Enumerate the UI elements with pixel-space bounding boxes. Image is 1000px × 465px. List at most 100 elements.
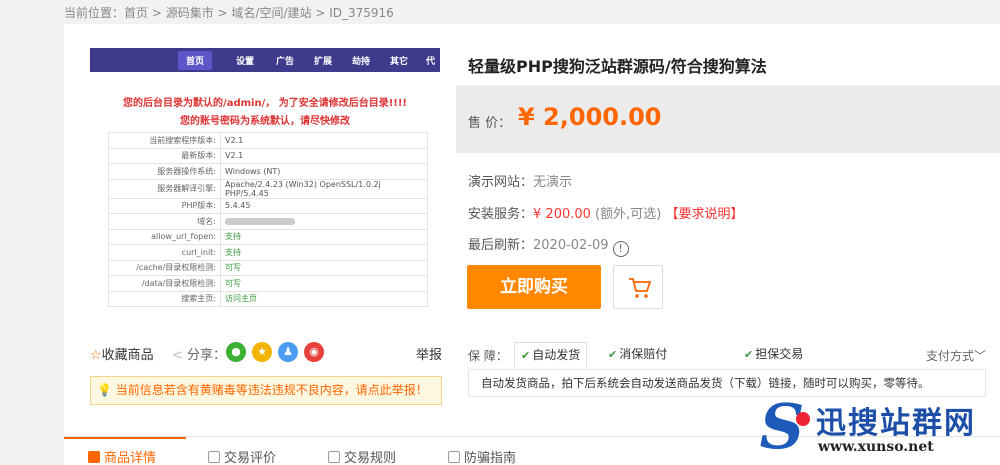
tab-label: 交易规则 bbox=[344, 451, 397, 465]
star-icon: ☆ bbox=[90, 348, 102, 363]
preview-row: 最新版本: V2.1 bbox=[108, 147, 428, 164]
payment-methods-dropdown[interactable]: 支付方式﹀ bbox=[926, 347, 986, 364]
tab-reviews[interactable]: 交易评价 bbox=[208, 447, 276, 465]
preview-nav-item: 扩展 bbox=[314, 57, 333, 67]
rules-icon bbox=[328, 451, 340, 463]
breadcrumb: 当前位置：首页 > 源码集市 > 域名/空间/建站 > ID_375916 bbox=[64, 4, 394, 21]
watermark-title: 迅搜站群网 bbox=[816, 406, 976, 441]
guarantee-tag-label: 自动发货 bbox=[532, 348, 581, 362]
share-label: < 分享： bbox=[172, 344, 226, 363]
payment-label: 支付方式 bbox=[925, 349, 974, 363]
favorite-label: 收藏商品 bbox=[101, 348, 154, 363]
lightbulb-icon: 💡 bbox=[97, 383, 112, 397]
preview-row-key: 服务器操作系统: bbox=[108, 163, 221, 180]
watermark-dot bbox=[796, 412, 810, 426]
qq-icon[interactable]: ♟ bbox=[278, 342, 298, 362]
breadcrumb-prefix: 当前位置： bbox=[64, 6, 125, 20]
preview-warning: 您的后台目录为默认的/admin/， 为了安全请修改后台目录!!!! bbox=[123, 98, 407, 109]
demo-value: 无演示 bbox=[533, 175, 573, 190]
breadcrumb-category[interactable]: 域名/空间/建站 bbox=[231, 6, 311, 20]
preview-row: PHP版本: 5.4.45 bbox=[108, 197, 428, 214]
product-actions: ☆收藏商品 < 分享： ● ★ ♟ ◉ 举报 bbox=[90, 342, 442, 364]
refresh-row: 最后刷新：2020-02-09! bbox=[468, 234, 629, 257]
report-button[interactable]: 举报 bbox=[416, 344, 442, 363]
weibo-icon[interactable]: ◉ bbox=[304, 342, 324, 362]
demo-row: 演示网站：无演示 bbox=[468, 171, 572, 190]
favorite-button[interactable]: ☆收藏商品 bbox=[90, 344, 154, 363]
preview-row: allow_url_fopen: 支持 bbox=[108, 228, 428, 245]
tab-label: 商品详情 bbox=[104, 451, 157, 465]
add-to-cart-button[interactable] bbox=[613, 265, 663, 309]
breadcrumb-sep: > bbox=[213, 6, 232, 20]
preview-warning: 您的账号密码为系统默认，请尽快修改 bbox=[180, 116, 350, 127]
wechat-icon[interactable]: ● bbox=[226, 342, 246, 362]
preview-nav-item: 广告 bbox=[276, 57, 295, 67]
install-price: ¥ 200.00 bbox=[533, 207, 591, 222]
guarantee-label: 保 障： bbox=[468, 349, 508, 363]
preview-row-key: /cache/目录权限检测: bbox=[108, 259, 221, 276]
preview-row-value: 可写 bbox=[220, 275, 428, 292]
guarantee-tag-label: 消保赔付 bbox=[619, 347, 668, 361]
preview-row: 搜索主页: 访问主页 bbox=[108, 290, 428, 307]
preview-row-value: 5.4.45 bbox=[220, 197, 428, 214]
preview-nav: 首页 设置 广告 扩展 劫持 其它 代 bbox=[90, 48, 440, 72]
document-icon bbox=[88, 451, 100, 463]
notice-text: 当前信息若含有黄赌毒等违法违规不良内容，请点此举报！ bbox=[115, 383, 428, 397]
preview-row: curl_init: 支持 bbox=[108, 244, 428, 261]
info-icon[interactable]: ! bbox=[612, 241, 629, 257]
preview-row: 服务器解译引擎: Apache/2.4.23 (Win32) OpenSSL/1.… bbox=[108, 178, 428, 199]
tab-anti-fraud[interactable]: 防骗指南 bbox=[448, 447, 516, 465]
guarantee-row: 保 障： ✔ 自动发货 ✔ 消保赔付 ✔ 担保交易 支付方式﹀ bbox=[456, 340, 1000, 370]
preview-row: 服务器操作系统: Windows (NT) bbox=[108, 163, 428, 180]
tab-rules[interactable]: 交易规则 bbox=[328, 447, 396, 465]
preview-nav-item: 其它 bbox=[390, 57, 409, 67]
tab-details[interactable]: 商品详情 bbox=[88, 447, 156, 465]
install-row: 安装服务：¥ 200.00 (额外,可选) 【要求说明】 bbox=[468, 203, 743, 222]
check-icon: ✔ bbox=[744, 348, 754, 361]
preview-nav-item: 代 bbox=[426, 57, 436, 67]
qzone-icon[interactable]: ★ bbox=[252, 342, 272, 362]
price-value: ¥ 2,000.00 bbox=[518, 103, 662, 131]
guarantee-tag-escrow[interactable]: ✔ 担保交易 bbox=[738, 342, 809, 368]
breadcrumb-id: ID_375916 bbox=[329, 6, 394, 20]
watermark-url: www.xunso.net bbox=[818, 439, 934, 455]
breadcrumb-market[interactable]: 源码集市 bbox=[166, 6, 214, 20]
preview-row-value: V2.1 bbox=[220, 147, 428, 164]
share-icon: < bbox=[172, 348, 183, 363]
thumb-icon bbox=[208, 451, 220, 463]
breadcrumb-home[interactable]: 首页 bbox=[124, 6, 148, 20]
breadcrumb-sep: > bbox=[148, 6, 166, 20]
preview-row-key: 搜索主页: bbox=[108, 290, 221, 307]
install-label: 安装服务： bbox=[468, 207, 534, 222]
guarantee-tag-compensation[interactable]: ✔ 消保赔付 bbox=[602, 342, 673, 368]
product-title: 轻量级PHP搜狗泛站群源码/符合搜狗算法 bbox=[468, 57, 767, 76]
preview-row-key: PHP版本: bbox=[108, 197, 221, 214]
price-label: 售 价： bbox=[468, 116, 512, 131]
preview-row-value: 访问主页 bbox=[220, 290, 428, 307]
tab-label: 防骗指南 bbox=[464, 451, 517, 465]
preview-nav-item: 劫持 bbox=[352, 57, 371, 67]
preview-row-value bbox=[220, 213, 428, 230]
report-notice[interactable]: 💡 当前信息若含有黄赌毒等违法违规不良内容，请点此举报！ bbox=[90, 376, 442, 405]
preview-row-value: 可写 bbox=[220, 259, 428, 276]
guarantee-tag-label: 担保交易 bbox=[755, 347, 804, 361]
site-watermark: S 迅搜站群网 www.xunso.net bbox=[752, 392, 1000, 465]
preview-row: 域名: bbox=[108, 213, 428, 230]
watermark-logo-icon: S bbox=[759, 390, 805, 463]
preview-row-value: 支持 bbox=[220, 228, 428, 245]
breadcrumb-sep: > bbox=[311, 6, 330, 20]
demo-label: 演示网站： bbox=[468, 175, 534, 190]
active-tab-indicator bbox=[64, 437, 186, 439]
preview-row-key: 域名: bbox=[108, 213, 221, 230]
check-icon: ✔ bbox=[608, 348, 618, 361]
preview-row-key: /data/目录权限检测: bbox=[108, 275, 221, 292]
check-icon: ✔ bbox=[521, 349, 531, 362]
product-card: 首页 设置 广告 扩展 劫持 其它 代 您的后台目录为默认的/admin/， 为… bbox=[64, 24, 1000, 436]
redacted-value bbox=[225, 217, 295, 225]
buy-now-button[interactable]: 立即购买 bbox=[467, 265, 601, 309]
refresh-value: 2020-02-09 bbox=[533, 238, 609, 253]
install-requirement-link[interactable]: 【要求说明】 bbox=[665, 207, 743, 222]
guarantee-tag-auto-delivery[interactable]: ✔ 自动发货 bbox=[514, 342, 588, 368]
preview-info-table: 当前搜索程序版本: V2.1 最新版本: V2.1 服务器操作系统: Windows (N… bbox=[108, 132, 428, 307]
product-preview-image[interactable]: 首页 设置 广告 扩展 劫持 其它 代 您的后台目录为默认的/admin/， 为… bbox=[90, 48, 440, 353]
